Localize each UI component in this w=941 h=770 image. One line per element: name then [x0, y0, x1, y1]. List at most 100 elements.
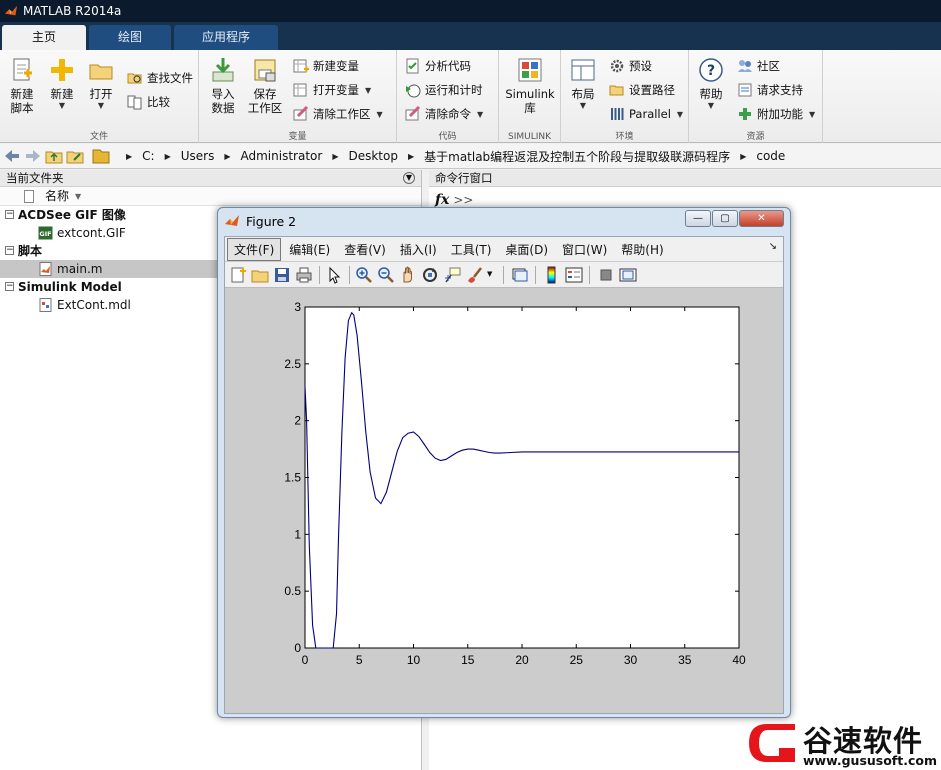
tab-home[interactable]: 主页: [2, 25, 86, 50]
minimize-button[interactable]: —: [685, 210, 711, 227]
request-support-button[interactable]: 请求支持: [737, 80, 803, 100]
up-folder-icon[interactable]: [45, 147, 63, 165]
chevron-down-icon[interactable]: ▼: [487, 270, 492, 278]
line-plot[interactable]: 0 5 10 15 20 25 30 35 40 0 0.5 1 1.5 2 2.5 3: [225, 289, 783, 713]
preferences-button[interactable]: 预设: [609, 56, 652, 76]
analyze-code-button[interactable]: 分析代码: [405, 56, 471, 76]
brush-icon[interactable]: [465, 266, 483, 284]
tab-apps[interactable]: 应用程序: [174, 25, 278, 50]
import-data-button[interactable]: 导入 数据: [205, 56, 241, 115]
crumb-users[interactable]: Users: [179, 149, 217, 163]
menu-tools[interactable]: 工具(T): [445, 239, 498, 260]
run-and-time-button[interactable]: 运行和计时: [405, 80, 483, 100]
find-files-button[interactable]: 查找文件: [127, 68, 193, 88]
menu-edit[interactable]: 编辑(E): [283, 239, 336, 260]
folder-open-icon: [89, 64, 113, 80]
fx-icon[interactable]: fx: [435, 192, 449, 208]
zoom-in-icon[interactable]: [355, 266, 373, 284]
figure-window[interactable]: Figure 2 — ▢ ✕ 文件(F) 编辑(E) 查看(V) 插入(I) 工…: [217, 207, 791, 718]
crumb-drive[interactable]: C:: [140, 149, 156, 163]
print-icon[interactable]: [295, 266, 313, 284]
simulink-library-button[interactable]: Simulink 库: [505, 56, 555, 115]
add-ons-button[interactable]: 附加功能 ▼: [737, 104, 815, 124]
help-icon: ?: [699, 58, 723, 82]
collapse-icon[interactable]: −: [5, 246, 14, 255]
simulink-group: Simulink 库 SIMULINK: [499, 50, 561, 143]
chevron-right-icon: ▶: [164, 151, 171, 161]
menu-desktop[interactable]: 桌面(D): [499, 239, 554, 260]
crumb-code[interactable]: code: [754, 149, 787, 163]
collapse-icon[interactable]: −: [5, 210, 14, 219]
collapse-icon[interactable]: −: [5, 282, 14, 291]
breadcrumb: ▶ C: ▶ Users ▶ Administrator ▶ Desktop ▶…: [118, 148, 787, 165]
chevron-down-icon: ▼: [676, 109, 684, 119]
back-arrow-icon[interactable]: [3, 147, 21, 165]
pointer-icon[interactable]: [325, 266, 343, 284]
analyze-code-icon: [406, 58, 419, 74]
new-button[interactable]: 新建 ▼: [45, 56, 79, 111]
code-group: 分析代码 运行和计时 清除命令 ▼ 代码: [397, 50, 499, 143]
dock-arrow-icon[interactable]: ↘: [769, 241, 777, 252]
chevron-down-icon: ▼: [365, 85, 372, 95]
y-tick-label: 3: [294, 300, 301, 314]
menu-window[interactable]: 窗口(W): [556, 239, 613, 260]
open-file-icon[interactable]: [251, 266, 269, 284]
x-tick-label: 20: [515, 653, 529, 667]
tab-plots[interactable]: 绘图: [89, 25, 171, 50]
save-icon[interactable]: [273, 266, 291, 284]
show-plot-tools-icon[interactable]: [619, 266, 637, 284]
community-button[interactable]: 社区: [737, 56, 780, 76]
clear-workspace-button[interactable]: 清除工作区 ▼: [293, 104, 383, 124]
open-variable-icon: [293, 83, 307, 97]
rotate-icon[interactable]: [421, 266, 439, 284]
new-variable-icon: [293, 59, 309, 73]
new-variable-button[interactable]: 新建变量: [293, 56, 359, 76]
new-script-button[interactable]: 新建 脚本: [4, 56, 40, 115]
command-prompt[interactable]: fx >>: [435, 192, 473, 208]
pan-icon[interactable]: [399, 266, 417, 284]
layout-button[interactable]: 布局 ▼: [567, 56, 599, 111]
maximize-button[interactable]: ▢: [712, 210, 738, 227]
compare-button[interactable]: 比较: [127, 92, 170, 112]
open-variable-button[interactable]: 打开变量 ▼: [293, 80, 371, 100]
crumb-administrator[interactable]: Administrator: [239, 149, 325, 163]
link-plot-icon[interactable]: [511, 266, 529, 284]
data-cursor-icon[interactable]: [443, 266, 461, 284]
name-column-header[interactable]: 名称 ▼: [0, 187, 421, 206]
command-window-header: 命令行窗口: [429, 170, 941, 187]
save-workspace-button[interactable]: 保存 工作区: [245, 56, 285, 115]
close-button[interactable]: ✕: [739, 210, 784, 227]
open-button[interactable]: 打开 ▼: [84, 56, 118, 111]
legend-icon[interactable]: [565, 266, 583, 284]
menu-view[interactable]: 查看(V): [338, 239, 392, 260]
new-figure-icon[interactable]: [229, 266, 247, 284]
clear-commands-button[interactable]: 清除命令 ▼: [405, 104, 483, 124]
menu-help[interactable]: 帮助(H): [615, 239, 669, 260]
compare-icon: [127, 95, 142, 110]
crumb-desktop[interactable]: Desktop: [346, 149, 400, 163]
panel-options-icon[interactable]: ▼: [403, 172, 415, 184]
x-tick-label: 35: [678, 653, 692, 667]
svg-text:?: ?: [707, 63, 715, 79]
find-files-icon: [127, 73, 142, 84]
colorbar-icon[interactable]: [543, 266, 561, 284]
chevron-down-icon: ▼: [58, 101, 66, 110]
axes-box: [304, 306, 740, 649]
parallel-button[interactable]: Parallel ▼: [609, 104, 683, 124]
hide-plot-tools-icon[interactable]: [597, 266, 615, 284]
toolbar-separator: [589, 266, 590, 284]
title-bar: MATLAB R2014a: [0, 0, 941, 22]
matlab-logo-icon: [225, 215, 239, 226]
clear-workspace-icon: [293, 106, 309, 121]
crumb-project[interactable]: 基于matlab编程返混及控制五个阶段与提取级联源码程序: [422, 148, 732, 165]
x-tick-label: 25: [570, 653, 584, 667]
set-path-button[interactable]: 设置路径: [609, 80, 675, 100]
forward-arrow-icon[interactable]: [24, 147, 42, 165]
browse-folder-icon[interactable]: [66, 147, 84, 165]
chevron-right-icon: ▶: [407, 151, 415, 161]
zoom-out-icon[interactable]: [377, 266, 395, 284]
window-title: MATLAB R2014a: [23, 4, 122, 18]
help-button[interactable]: ? 帮助 ▼: [695, 56, 727, 111]
menu-insert[interactable]: 插入(I): [394, 239, 443, 260]
menu-file[interactable]: 文件(F): [227, 237, 282, 261]
